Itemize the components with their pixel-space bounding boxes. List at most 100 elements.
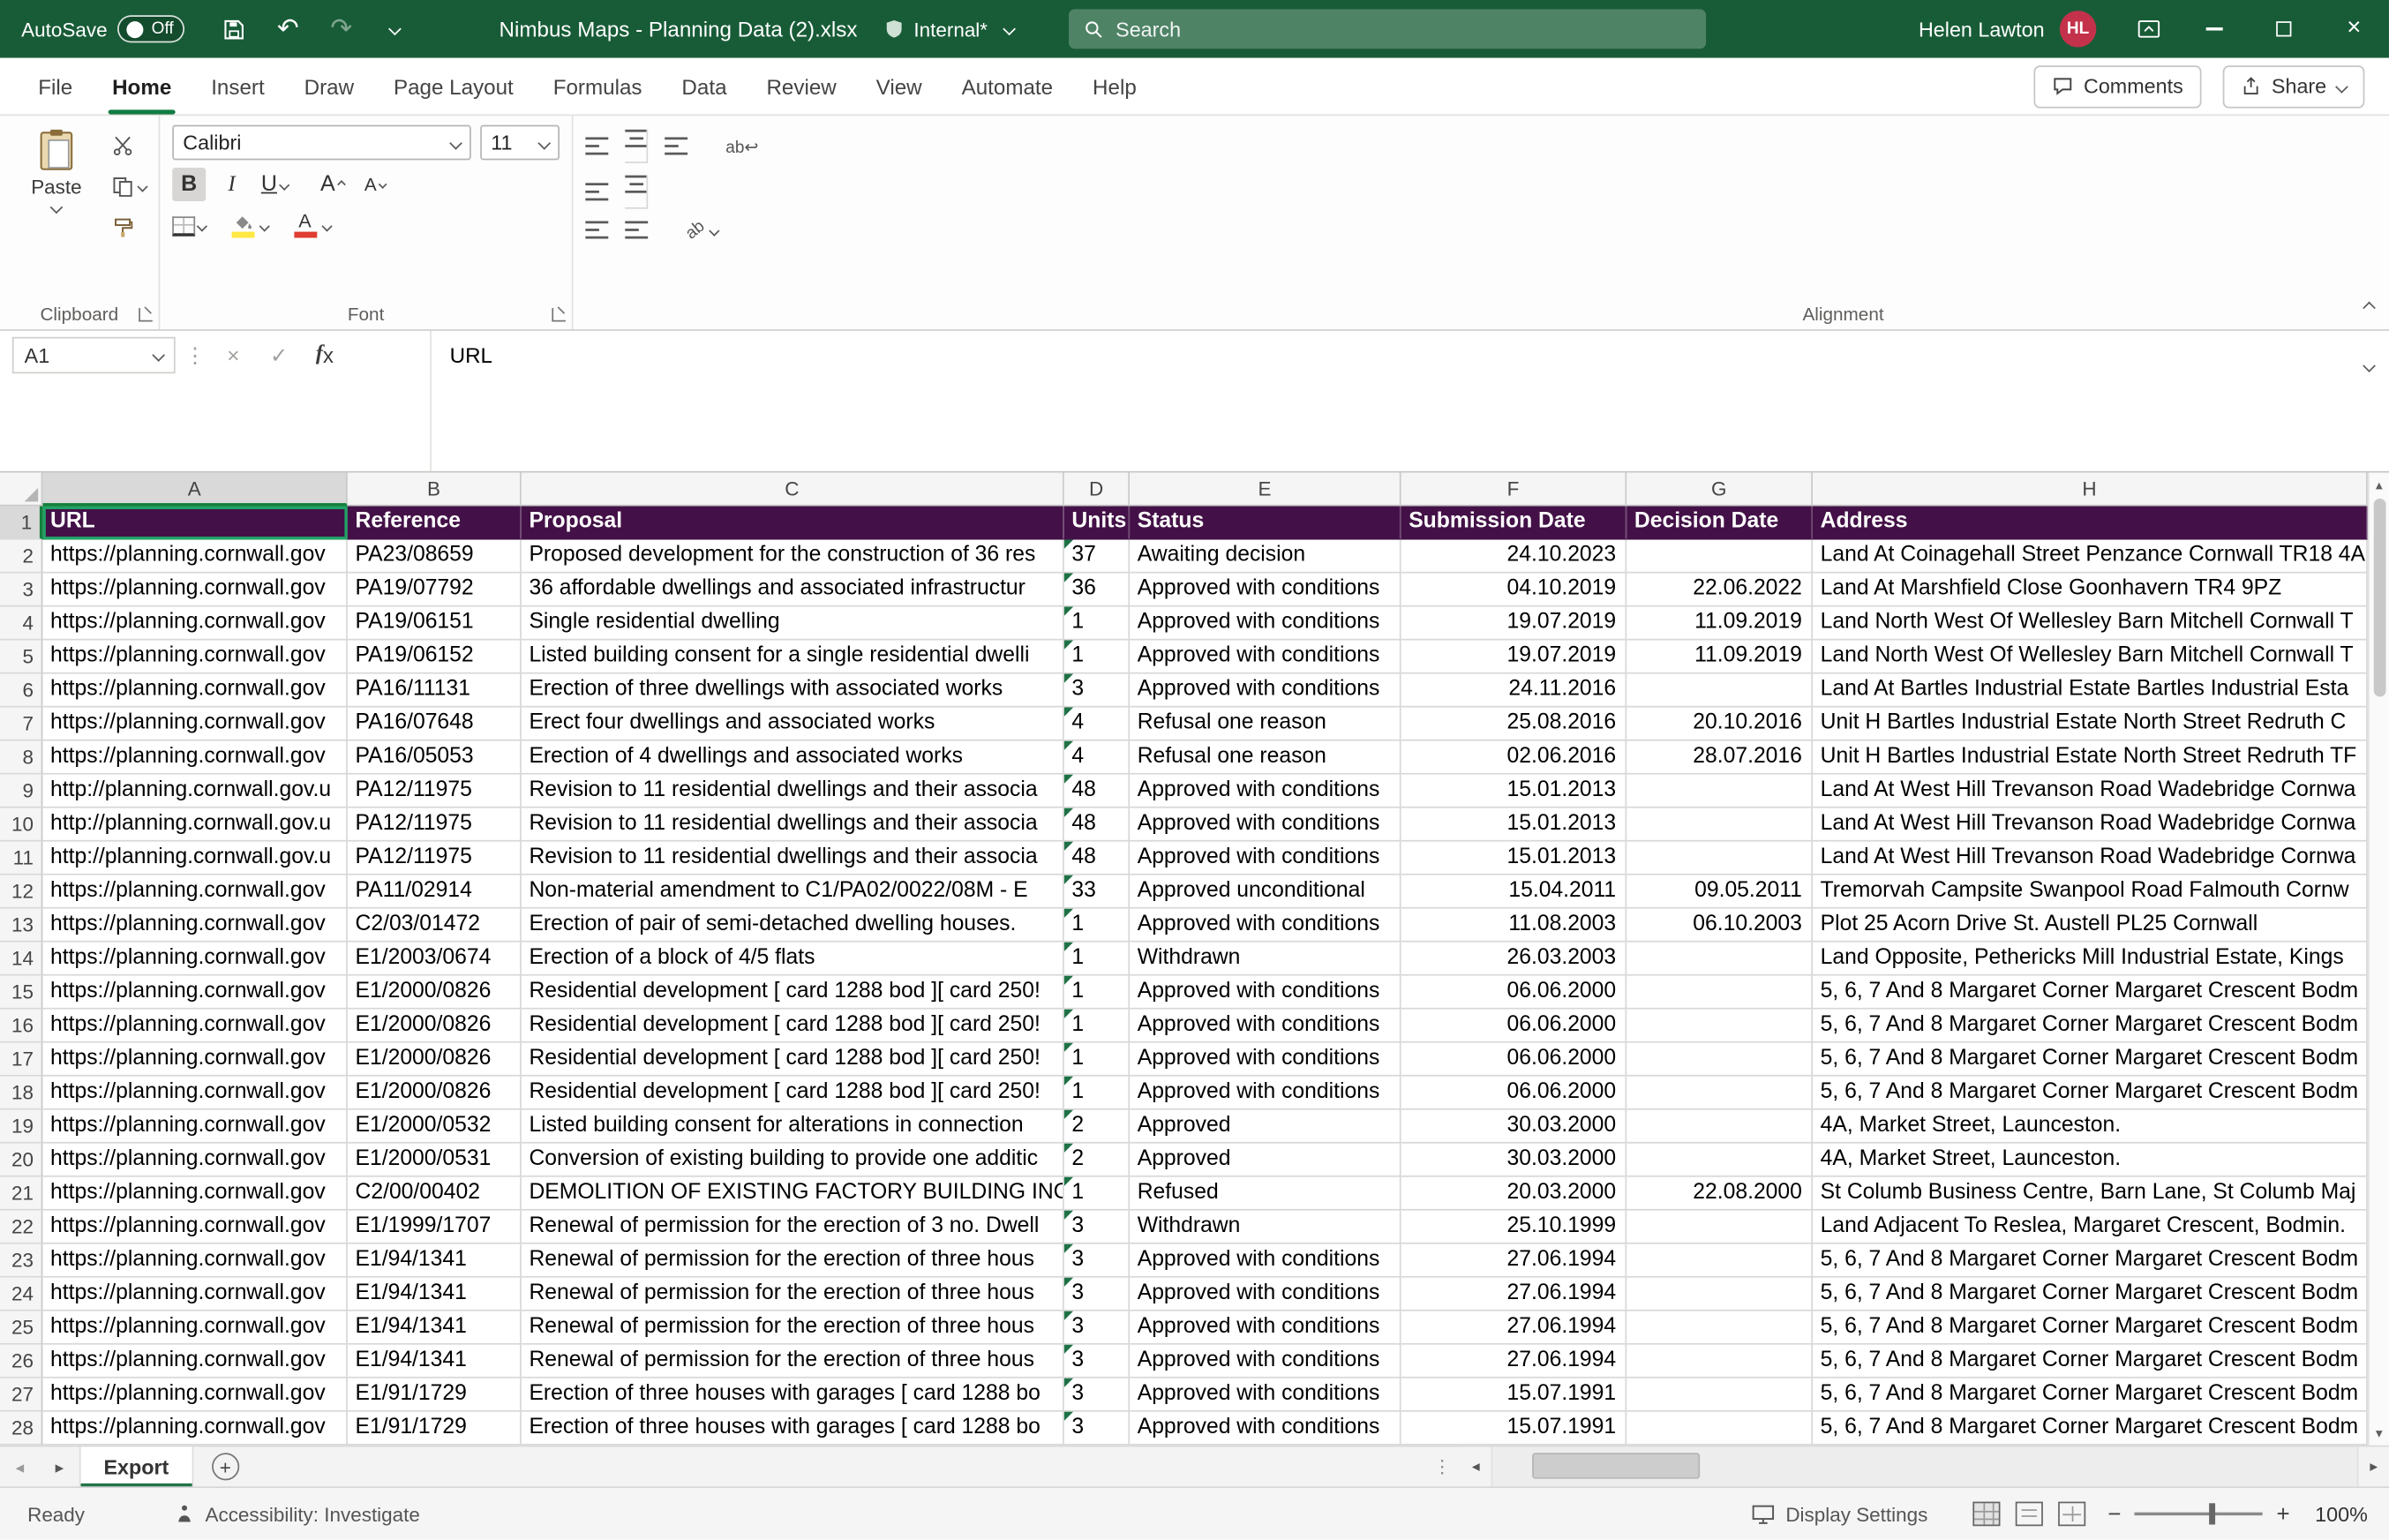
cell[interactable] bbox=[1626, 943, 1813, 976]
cell[interactable]: Withdrawn bbox=[1130, 1211, 1401, 1244]
cell[interactable]: Decision Date bbox=[1626, 507, 1813, 540]
align-middle-icon[interactable] bbox=[625, 130, 648, 163]
cell[interactable]: 1 bbox=[1064, 1010, 1130, 1043]
cell[interactable]: C2/03/01472 bbox=[348, 909, 522, 943]
cell[interactable]: Tremorvah Campsite Swanpool Road Falmout… bbox=[1813, 875, 2368, 909]
cell[interactable]: Erection of pair of semi-detached dwelli… bbox=[522, 909, 1064, 943]
page-layout-view-icon[interactable] bbox=[2017, 1502, 2044, 1527]
normal-view-icon[interactable] bbox=[1973, 1502, 2001, 1527]
cell[interactable]: Erection of a block of 4/5 flats bbox=[522, 943, 1064, 976]
cell[interactable]: Approved with conditions bbox=[1130, 976, 1401, 1010]
cell[interactable]: Unit H Bartles Industrial Estate North S… bbox=[1813, 708, 2368, 741]
accessibility-status[interactable]: Accessibility: Investigate bbox=[127, 1502, 420, 1525]
cell[interactable]: https://planning.cornwall.gov bbox=[42, 708, 348, 741]
expand-formula-bar-icon[interactable] bbox=[2364, 350, 2373, 378]
cell[interactable]: Residential development [ card 1288 bod … bbox=[522, 1010, 1064, 1043]
add-sheet-button[interactable]: + bbox=[212, 1453, 239, 1480]
cell[interactable]: Unit H Bartles Industrial Estate North S… bbox=[1813, 741, 2368, 775]
menu-tab-insert[interactable]: Insert bbox=[192, 58, 284, 115]
cell[interactable]: PA23/08659 bbox=[348, 540, 522, 574]
menu-tab-review[interactable]: Review bbox=[747, 58, 856, 115]
row-header-26[interactable]: 26 bbox=[0, 1345, 42, 1378]
cell[interactable]: https://planning.cornwall.gov bbox=[42, 1211, 348, 1244]
zoom-out-icon[interactable]: − bbox=[2107, 1501, 2121, 1527]
cell[interactable]: 20.10.2016 bbox=[1626, 708, 1813, 741]
zoom-level[interactable]: 100% bbox=[2303, 1502, 2368, 1525]
zoom-slider[interactable] bbox=[2135, 1513, 2263, 1515]
cell[interactable]: Withdrawn bbox=[1130, 943, 1401, 976]
close-button[interactable]: × bbox=[2319, 0, 2389, 58]
cell[interactable]: Status bbox=[1130, 507, 1401, 540]
cell[interactable]: Approved with conditions bbox=[1130, 1345, 1401, 1378]
cell[interactable]: 36 affordable dwellings and associated i… bbox=[522, 574, 1064, 607]
zoom-in-icon[interactable]: + bbox=[2277, 1501, 2290, 1527]
cell[interactable]: 4 bbox=[1064, 708, 1130, 741]
cell[interactable]: E1/94/1341 bbox=[348, 1278, 522, 1311]
align-bottom-icon[interactable] bbox=[665, 137, 687, 155]
cell[interactable]: PA11/02914 bbox=[348, 875, 522, 909]
cell[interactable]: https://planning.cornwall.gov bbox=[42, 1311, 348, 1345]
row-header-22[interactable]: 22 bbox=[0, 1211, 42, 1244]
cell[interactable]: http://planning.cornwall.gov.u bbox=[42, 842, 348, 875]
borders-button[interactable] bbox=[172, 209, 206, 243]
name-box[interactable]: A1 bbox=[12, 337, 176, 373]
row-header-23[interactable]: 23 bbox=[0, 1244, 42, 1278]
cell[interactable]: Erection of 4 dwellings and associated w… bbox=[522, 741, 1064, 775]
cell[interactable]: Land At West Hill Trevanson Road Wadebri… bbox=[1813, 842, 2368, 875]
cell[interactable]: https://planning.cornwall.gov bbox=[42, 741, 348, 775]
cell[interactable]: 3 bbox=[1064, 1345, 1130, 1378]
row-header-7[interactable]: 7 bbox=[0, 708, 42, 741]
row-header-2[interactable]: 2 bbox=[0, 540, 42, 574]
row-header-9[interactable]: 9 bbox=[0, 775, 42, 808]
cell[interactable]: URL bbox=[42, 507, 348, 540]
insert-function-icon[interactable]: fx bbox=[306, 337, 342, 373]
cell[interactable]: 3 bbox=[1064, 1311, 1130, 1345]
cell[interactable] bbox=[1626, 842, 1813, 875]
cell[interactable]: Reference bbox=[348, 507, 522, 540]
cell[interactable]: Approved with conditions bbox=[1130, 1378, 1401, 1412]
cell[interactable]: Approved unconditional bbox=[1130, 875, 1401, 909]
font-color-button[interactable]: A bbox=[289, 209, 331, 243]
cell[interactable]: https://planning.cornwall.gov bbox=[42, 1412, 348, 1446]
cell[interactable]: Renewal of permission for the erection o… bbox=[522, 1345, 1064, 1378]
cell[interactable]: Proposal bbox=[522, 507, 1064, 540]
cell[interactable]: 26.03.2003 bbox=[1401, 943, 1627, 976]
cell[interactable]: 33 bbox=[1064, 875, 1130, 909]
minimize-button[interactable] bbox=[2179, 0, 2249, 58]
cell[interactable]: 19.07.2019 bbox=[1401, 607, 1627, 641]
cell[interactable]: 27.06.1994 bbox=[1401, 1244, 1627, 1278]
cell[interactable]: 1 bbox=[1064, 1077, 1130, 1110]
cell[interactable]: Approved with conditions bbox=[1130, 574, 1401, 607]
cell[interactable]: 15.01.2013 bbox=[1401, 775, 1627, 808]
cell[interactable]: 27.06.1994 bbox=[1401, 1278, 1627, 1311]
column-header-A[interactable]: A bbox=[42, 473, 348, 507]
align-center-icon[interactable] bbox=[625, 176, 648, 209]
font-dialog-launcher[interactable] bbox=[552, 308, 566, 322]
cell[interactable]: 15.04.2011 bbox=[1401, 875, 1627, 909]
scroll-down-icon[interactable]: ▾ bbox=[2376, 1425, 2383, 1440]
cell[interactable]: PA19/07792 bbox=[348, 574, 522, 607]
cell[interactable] bbox=[1626, 1311, 1813, 1345]
font-name-select[interactable]: Calibri bbox=[172, 125, 471, 161]
cell[interactable]: 3 bbox=[1064, 1278, 1130, 1311]
share-button[interactable]: Share bbox=[2223, 64, 2365, 107]
scroll-up-icon[interactable]: ▴ bbox=[2376, 477, 2383, 492]
cell[interactable]: Renewal of permission for the erection o… bbox=[522, 1244, 1064, 1278]
cell[interactable]: 5, 6, 7 And 8 Margaret Corner Margaret C… bbox=[1813, 1043, 2368, 1077]
cell[interactable]: 22.06.2022 bbox=[1626, 574, 1813, 607]
cell[interactable]: Approved with conditions bbox=[1130, 909, 1401, 943]
cell[interactable] bbox=[1626, 674, 1813, 708]
maximize-button[interactable] bbox=[2249, 0, 2318, 58]
cell[interactable]: 19.07.2019 bbox=[1401, 641, 1627, 674]
row-header-21[interactable]: 21 bbox=[0, 1177, 42, 1211]
cell[interactable]: PA16/11131 bbox=[348, 674, 522, 708]
cell[interactable]: 11.09.2019 bbox=[1626, 607, 1813, 641]
cell[interactable]: https://planning.cornwall.gov bbox=[42, 943, 348, 976]
cell[interactable]: Units bbox=[1064, 507, 1130, 540]
cell[interactable]: E1/1999/1707 bbox=[348, 1211, 522, 1244]
copy-button[interactable] bbox=[113, 172, 146, 199]
cell[interactable]: 1 bbox=[1064, 607, 1130, 641]
cut-button[interactable] bbox=[113, 131, 146, 159]
row-header-6[interactable]: 6 bbox=[0, 674, 42, 708]
cell[interactable]: Renewal of permission for the erection o… bbox=[522, 1278, 1064, 1311]
